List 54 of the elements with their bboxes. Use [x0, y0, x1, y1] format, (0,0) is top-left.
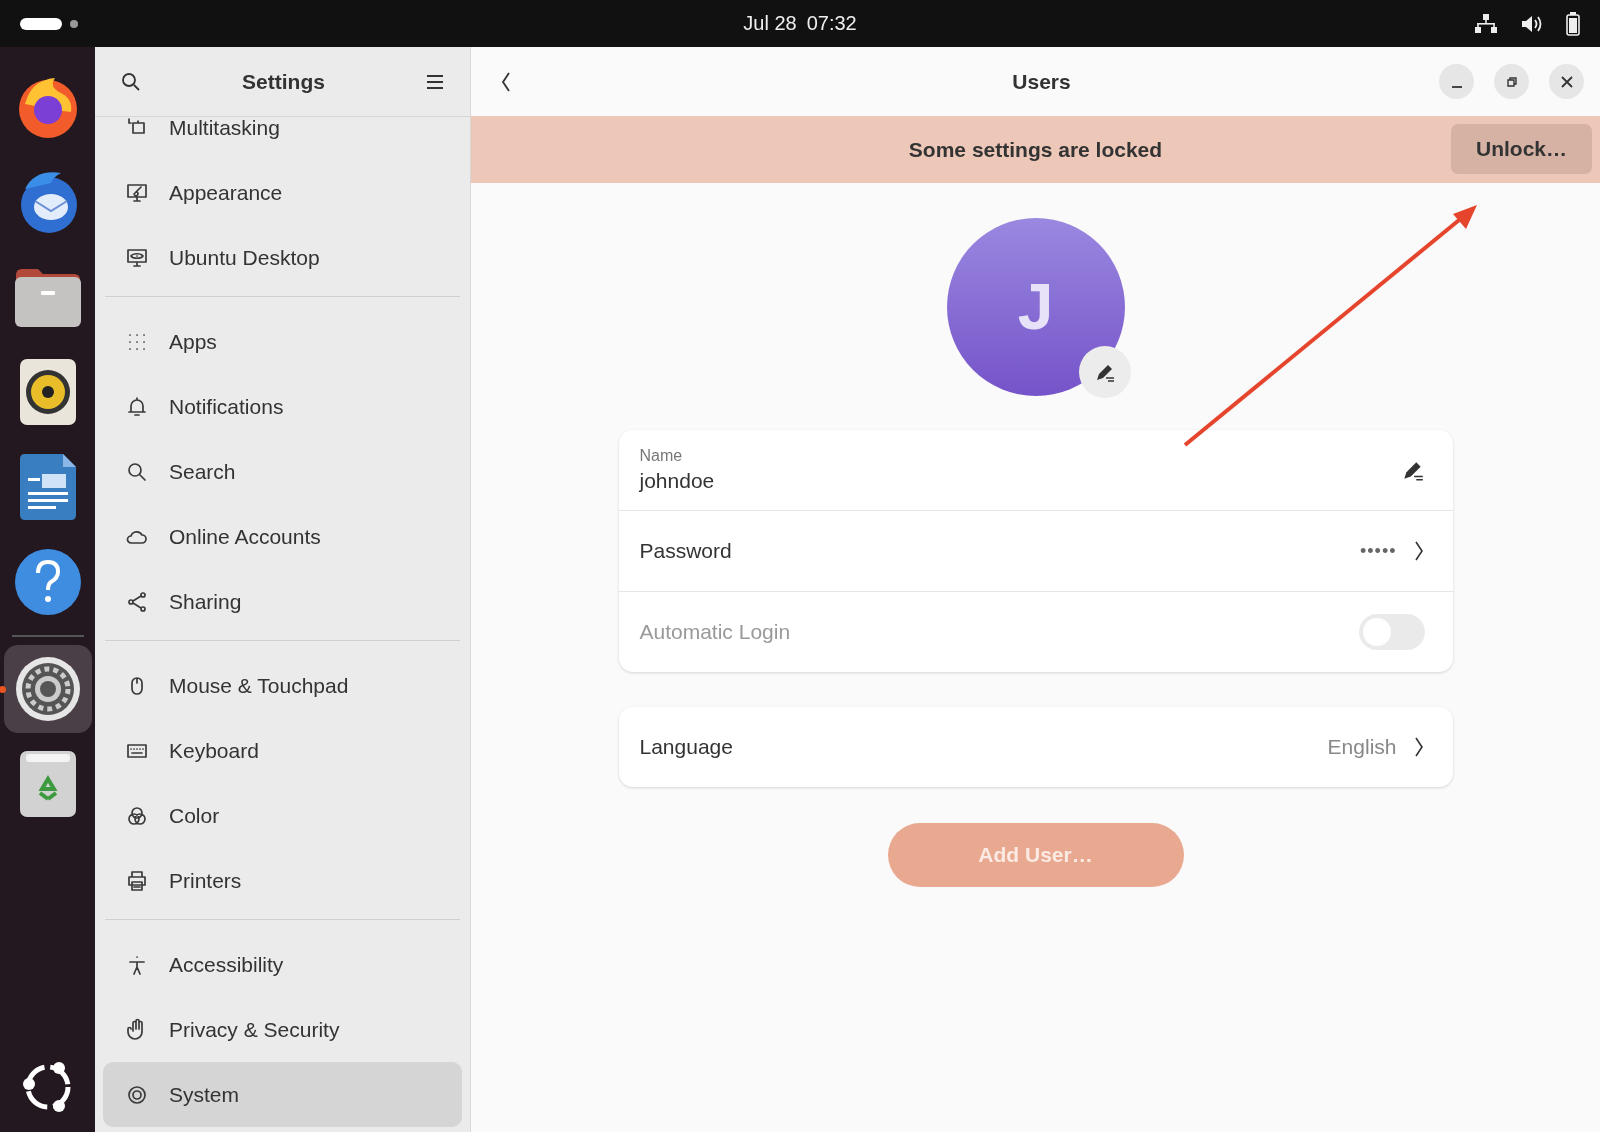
page-title: Users	[1012, 69, 1071, 94]
bell-icon	[125, 394, 149, 419]
row-label: Automatic Login	[639, 620, 792, 644]
sidebar-item[interactable]: System	[103, 1062, 462, 1127]
name-row[interactable]: Name johndoe	[618, 430, 1453, 510]
language-row[interactable]: Language English	[618, 707, 1453, 787]
clock[interactable]: Jul 28 07:32	[743, 12, 857, 35]
sidebar-item[interactable]: Mouse & Touchpad	[103, 653, 462, 718]
dock-item-highlight[interactable]	[3, 645, 92, 733]
restore-icon	[1505, 75, 1518, 88]
document-icon[interactable]	[19, 454, 76, 520]
avatar: J	[946, 218, 1125, 396]
maximize-button[interactable]	[1494, 64, 1529, 99]
sidebar-item[interactable]: Notifications	[103, 374, 462, 439]
running-indicator-icon	[0, 686, 6, 693]
folder-icon[interactable]	[14, 267, 81, 327]
sidebar-item[interactable]: Accessibility	[103, 932, 462, 997]
workspace-dot-icon[interactable]	[70, 19, 78, 28]
row-label: Language	[639, 735, 734, 759]
help-icon[interactable]	[14, 549, 81, 615]
sidebar-item[interactable]: Appearance	[103, 160, 462, 225]
speaker-icon[interactable]	[19, 359, 76, 425]
battery-icon[interactable]	[1566, 11, 1580, 36]
minimize-icon	[1450, 85, 1463, 88]
close-button[interactable]	[1549, 64, 1584, 99]
share-icon	[125, 589, 149, 614]
password-row[interactable]: Password •••••	[618, 510, 1453, 591]
language-value: English	[1327, 735, 1397, 759]
network-icon[interactable]	[1474, 12, 1498, 35]
sidebar-item[interactable]: Apps	[103, 309, 462, 374]
sidebar-item[interactable]: Keyboard	[103, 718, 462, 783]
close-icon	[1560, 75, 1573, 88]
trash-icon[interactable]	[19, 751, 76, 817]
row-label: Password	[639, 539, 733, 563]
sidebar-item[interactable]: Online Accounts	[103, 504, 462, 569]
sidebar-item[interactable]: Printers	[103, 848, 462, 913]
field-label: Name	[639, 447, 684, 465]
sidebar-item[interactable]: Ubuntu Desktop	[103, 225, 462, 290]
unlock-button[interactable]: Unlock…	[1451, 124, 1592, 174]
sidebar-item[interactable]: Color	[103, 783, 462, 848]
banner-message: Some settings are locked	[908, 137, 1163, 162]
chevron-right-icon	[1412, 735, 1425, 759]
sidebar-item[interactable]: Multitasking	[103, 117, 462, 160]
password-dots: •••••	[1360, 540, 1397, 562]
edit-avatar-button[interactable]	[1078, 346, 1131, 398]
sidebar-item[interactable]: Search	[103, 439, 462, 504]
sidebar-item[interactable]: Sharing	[103, 569, 462, 634]
gear-icon[interactable]	[14, 656, 81, 722]
chevron-right-icon	[1412, 539, 1425, 563]
printer-icon	[125, 868, 149, 893]
name-value: johndoe	[639, 469, 716, 493]
sidebar-item[interactable]: Privacy & Security	[103, 997, 462, 1062]
sidebar-title: Settings	[242, 69, 325, 94]
workspace-indicator-icon[interactable]	[20, 17, 62, 30]
